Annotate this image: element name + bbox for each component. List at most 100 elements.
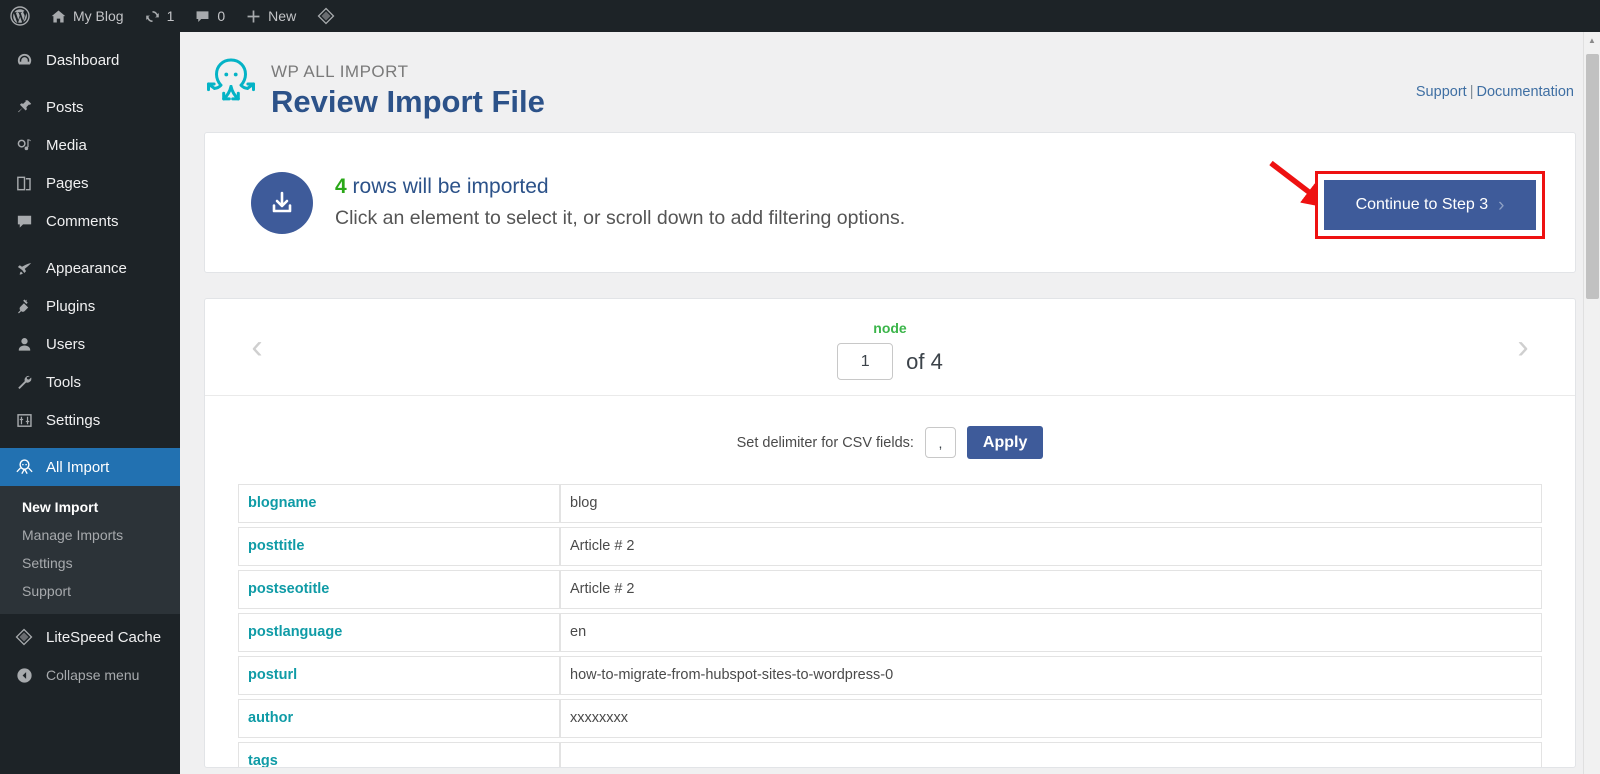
field-value-cell[interactable]: Article # 2 <box>560 570 1542 609</box>
field-name-cell[interactable]: posturl <box>238 656 560 695</box>
field-value-cell[interactable]: blog <box>560 484 1542 523</box>
updates-icon <box>144 8 161 25</box>
apply-delimiter-button[interactable]: Apply <box>967 426 1043 459</box>
sidebar-item-media[interactable]: Media <box>0 126 180 164</box>
import-preview-table-body: blogname blog posttitle Article # 2 post… <box>238 484 1542 768</box>
chevron-left-icon[interactable]: ‹ <box>227 299 287 396</box>
support-link[interactable]: Support <box>1416 84 1467 100</box>
delimiter-input[interactable] <box>925 427 956 458</box>
comments-menu[interactable]: 0 <box>184 0 235 32</box>
table-row[interactable]: tags <box>238 742 1542 768</box>
field-name-cell[interactable]: postlanguage <box>238 613 560 652</box>
import-download-icon <box>251 172 313 234</box>
submenu-item-new-import[interactable]: New Import <box>0 493 180 521</box>
header-titles: WP ALL IMPORT Review Import File <box>271 54 545 122</box>
sidebar-item-plugins[interactable]: Plugins <box>0 287 180 325</box>
node-index-input[interactable] <box>837 343 893 380</box>
litespeed-menu[interactable] <box>306 0 346 32</box>
plugin-header: WP ALL IMPORT Review Import File Support… <box>180 32 1600 129</box>
sidebar-label: Pages <box>46 175 89 192</box>
submenu-item-manage-imports[interactable]: Manage Imports <box>0 521 180 549</box>
field-name-cell[interactable]: author <box>238 699 560 738</box>
collapse-menu-button[interactable]: Collapse menu <box>0 656 180 694</box>
scrollbar-thumb[interactable] <box>1586 54 1599 299</box>
plus-icon <box>245 8 262 25</box>
new-content-menu[interactable]: New <box>235 0 306 32</box>
node-total-label: of 4 <box>906 349 943 375</box>
sidebar-item-settings[interactable]: Settings <box>0 401 180 439</box>
menu-spacer-1 <box>0 79 180 88</box>
table-row[interactable]: blogname blog <box>238 484 1542 523</box>
sidebar-item-pages[interactable]: Pages <box>0 164 180 202</box>
import-summary-panel: 4 rows will be imported Click an element… <box>204 132 1576 273</box>
field-value-cell[interactable] <box>560 742 1542 768</box>
litespeed-diamond-icon <box>11 627 37 647</box>
page-vertical-scrollbar[interactable]: ▲ <box>1583 32 1600 774</box>
sidebar-item-tools[interactable]: Tools <box>0 363 180 401</box>
field-name-cell[interactable]: posttitle <box>238 527 560 566</box>
field-value-cell[interactable]: xxxxxxxx <box>560 699 1542 738</box>
rows-count: 4 <box>335 175 347 198</box>
table-row[interactable]: postlanguage en <box>238 613 1542 652</box>
scroll-up-arrow-icon[interactable]: ▲ <box>1584 32 1600 49</box>
sidebar-label: Comments <box>46 213 119 230</box>
updates-menu[interactable]: 1 <box>134 0 185 32</box>
submenu-item-settings[interactable]: Settings <box>0 549 180 577</box>
node-label: node <box>837 320 943 336</box>
documentation-link[interactable]: Documentation <box>1476 84 1574 100</box>
sidebar-item-comments[interactable]: Comments <box>0 202 180 240</box>
sidebar-label: Media <box>46 137 87 154</box>
tools-wrench-icon <box>11 373 37 392</box>
table-row[interactable]: posturl how-to-migrate-from-hubspot-site… <box>238 656 1542 695</box>
updates-count: 1 <box>167 8 175 24</box>
field-name-cell[interactable]: blogname <box>238 484 560 523</box>
rows-headline: 4 rows will be imported <box>335 174 905 201</box>
site-name-menu[interactable]: My Blog <box>40 0 134 32</box>
users-icon <box>11 335 37 354</box>
sidebar-label: Collapse menu <box>46 667 139 683</box>
plugin-kicker: WP ALL IMPORT <box>271 62 545 82</box>
chevron-right-icon[interactable]: › <box>1493 299 1553 396</box>
table-row[interactable]: postseotitle Article # 2 <box>238 570 1542 609</box>
sidebar-item-appearance[interactable]: Appearance <box>0 249 180 287</box>
site-name-label: My Blog <box>73 8 124 24</box>
import-preview-table: blogname blog posttitle Article # 2 post… <box>238 480 1542 768</box>
sidebar-label: All Import <box>46 459 109 476</box>
sidebar-item-users[interactable]: Users <box>0 325 180 363</box>
node-row: of 4 <box>837 343 943 380</box>
pages-icon <box>11 174 37 193</box>
wordpress-logo-icon <box>10 6 30 26</box>
sidebar-item-posts[interactable]: Posts <box>0 88 180 126</box>
comments-count: 0 <box>217 8 225 24</box>
menu-spacer-3 <box>0 439 180 448</box>
continue-to-step-3-button[interactable]: Continue to Step 3 › <box>1324 180 1536 230</box>
field-value-cell[interactable]: Article # 2 <box>560 527 1542 566</box>
submenu-item-support[interactable]: Support <box>0 577 180 605</box>
table-row[interactable]: author xxxxxxxx <box>238 699 1542 738</box>
links-separator: | <box>1467 84 1477 100</box>
media-icon <box>11 136 37 155</box>
sidebar-item-all-import[interactable]: All Import <box>0 448 180 486</box>
field-name-cell[interactable]: postseotitle <box>238 570 560 609</box>
node-navigation-bar: ‹ › node of 4 <box>205 299 1575 396</box>
all-import-octopus-icon <box>11 457 37 478</box>
sidebar-label: Plugins <box>46 298 95 315</box>
all-import-submenu: New Import Manage Imports Settings Suppo… <box>0 486 180 614</box>
sidebar-item-litespeed-cache[interactable]: LiteSpeed Cache <box>0 618 180 656</box>
page-title: Review Import File <box>271 83 545 122</box>
page-content: WP ALL IMPORT Review Import File Support… <box>180 32 1600 774</box>
table-row[interactable]: posttitle Article # 2 <box>238 527 1542 566</box>
delimiter-label: Set delimiter for CSV fields: <box>737 435 914 451</box>
field-value-cell[interactable]: en <box>560 613 1542 652</box>
continue-button-label: Continue to Step 3 <box>1356 196 1489 214</box>
field-name-cell[interactable]: tags <box>238 742 560 768</box>
field-value-cell[interactable]: how-to-migrate-from-hubspot-sites-to-wor… <box>560 656 1542 695</box>
chevron-right-icon: › <box>1498 196 1504 215</box>
wp-all-import-octopus-logo <box>204 54 258 116</box>
sidebar-label: Dashboard <box>46 52 119 69</box>
sidebar-item-dashboard[interactable]: Dashboard <box>0 41 180 79</box>
admin-bar: My Blog 1 0 New <box>0 0 1600 32</box>
plugins-plug-icon <box>11 297 37 316</box>
new-content-label: New <box>268 8 296 24</box>
wordpress-logo-menu[interactable] <box>0 0 40 32</box>
